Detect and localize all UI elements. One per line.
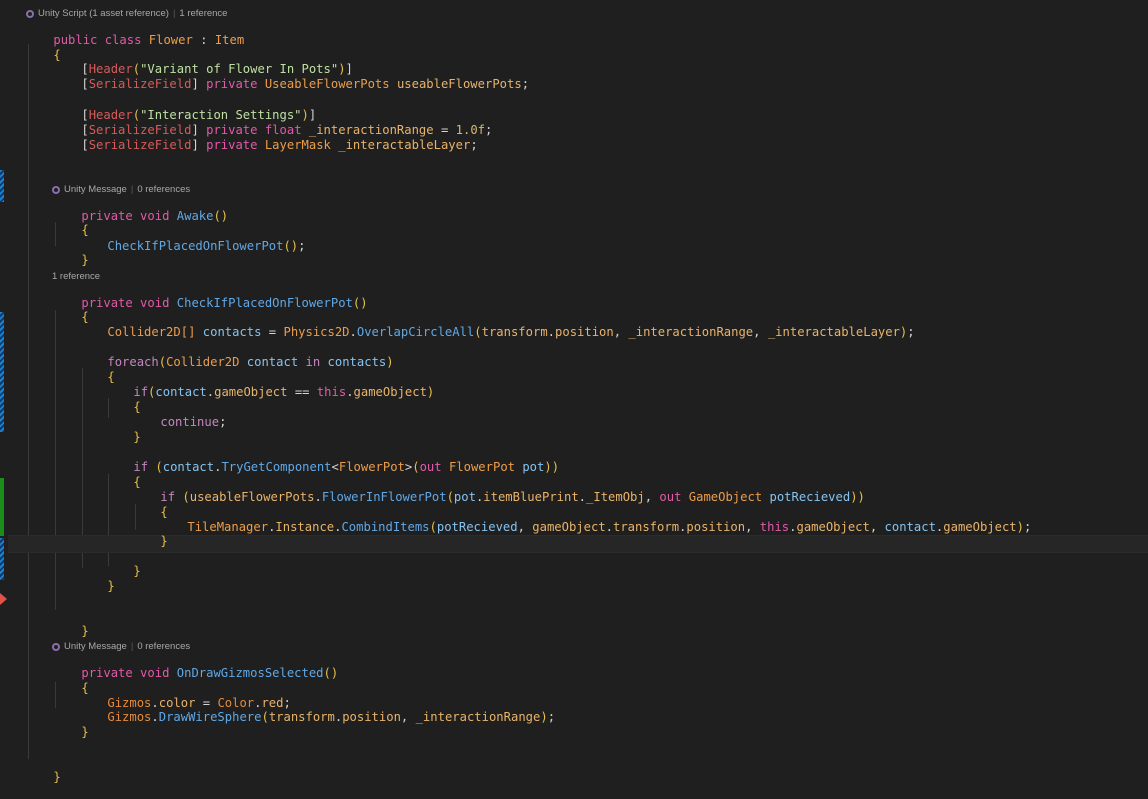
- unity-icon: [26, 10, 34, 18]
- modified-change-bar[interactable]: [0, 170, 4, 202]
- current-line-highlight: [8, 535, 1148, 553]
- code-line[interactable]: [SerializeField] private LayerMask _inte…: [52, 124, 477, 152]
- code-line[interactable]: }: [104, 416, 140, 444]
- unity-icon: [52, 186, 60, 194]
- code-line[interactable]: }: [52, 610, 88, 638]
- code-line[interactable]: Gizmos.color = Color.red;: [78, 682, 290, 710]
- code-line[interactable]: private void CheckIfPlacedOnFlowerPot(): [52, 282, 367, 310]
- code-line[interactable]: if(contact.gameObject == this.gameObject…: [104, 371, 434, 399]
- code-line[interactable]: private void Awake(): [52, 195, 228, 223]
- code-line[interactable]: private void OnDrawGizmosSelected(): [52, 652, 338, 680]
- code-line[interactable]: {: [131, 491, 167, 519]
- code-line[interactable]: {: [52, 667, 88, 695]
- indent-guide: [55, 310, 56, 610]
- code-line[interactable]: {: [104, 386, 140, 414]
- code-line[interactable]: }: [78, 565, 114, 593]
- code-line[interactable]: {: [104, 461, 140, 489]
- code-line[interactable]: CheckIfPlacedOnFlowerPot();: [78, 225, 305, 253]
- code-line[interactable]: [Header("Interaction Settings")]: [52, 94, 316, 122]
- code-line[interactable]: {: [78, 356, 114, 384]
- code-line[interactable]: continue;: [131, 401, 226, 429]
- indent-guide: [28, 44, 29, 759]
- code-line[interactable]: }: [131, 520, 167, 548]
- code-line[interactable]: TileManager.Instance.CombindItems(potRec…: [158, 506, 1031, 534]
- code-editor[interactable]: Unity Script (1 asset reference) | 1 refer…: [0, 0, 1148, 784]
- code-line[interactable]: [SerializeField] private float _interact…: [52, 109, 492, 137]
- code-line[interactable]: }: [52, 711, 88, 739]
- code-line[interactable]: [Header("Variant of Flower In Pots")]: [52, 48, 353, 76]
- code-line[interactable]: {: [52, 209, 88, 237]
- modified-change-bar[interactable]: [0, 312, 4, 432]
- code-line[interactable]: }: [52, 239, 88, 267]
- code-line[interactable]: {: [52, 296, 88, 324]
- code-line[interactable]: public class Flower : Item: [24, 19, 244, 47]
- code-line[interactable]: if (useableFlowerPots.FlowerInFlowerPot(…: [131, 476, 865, 504]
- code-line[interactable]: [SerializeField] private UseableFlowerPo…: [52, 63, 529, 91]
- code-line[interactable]: foreach(Collider2D contact in contacts): [78, 341, 393, 369]
- deleted-change-marker[interactable]: [0, 593, 7, 605]
- code-line[interactable]: {: [24, 34, 60, 62]
- unity-icon: [52, 643, 60, 651]
- code-line[interactable]: }: [24, 756, 60, 784]
- added-change-bar[interactable]: [0, 478, 4, 536]
- code-line[interactable]: Gizmos.DrawWireSphere(transform.position…: [78, 696, 555, 724]
- code-line[interactable]: if (contact.TryGetComponent<FlowerPot>(o…: [104, 446, 559, 474]
- modified-change-bar[interactable]: [0, 538, 4, 580]
- code-line[interactable]: Collider2D[] contacts = Physics2D.Overla…: [78, 311, 914, 339]
- code-line[interactable]: }: [104, 550, 140, 578]
